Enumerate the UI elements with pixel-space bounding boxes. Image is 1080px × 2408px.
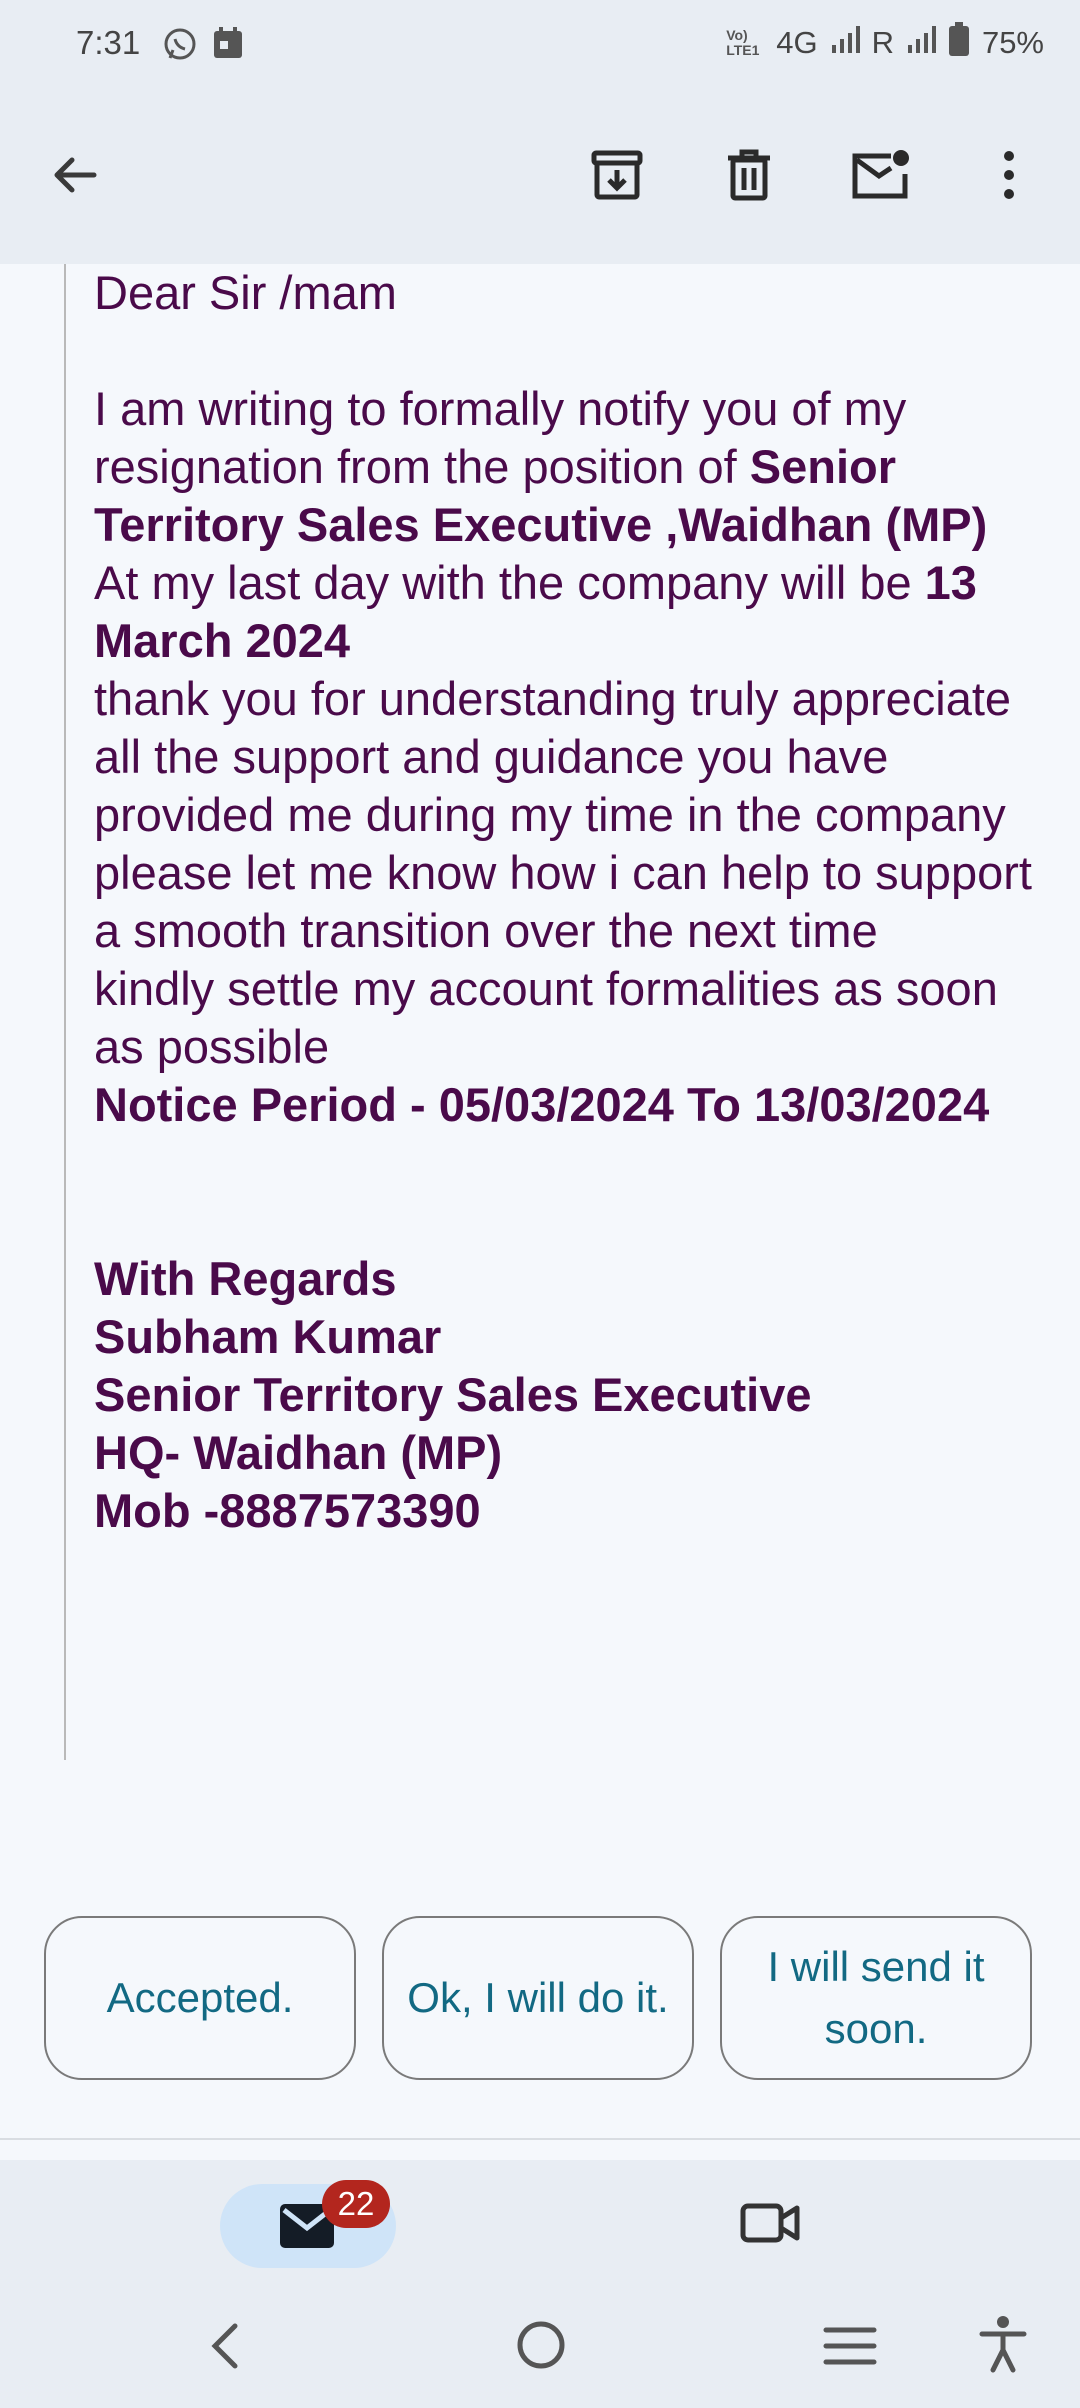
divider (0, 2138, 1080, 2140)
mark-unread-button[interactable] (846, 140, 916, 210)
smart-reply-send-soon[interactable]: I will send it soon. (720, 1916, 1032, 2080)
smart-replies: Accepted. Ok, I will do it. I will send … (44, 1916, 1036, 2084)
sys-back-button[interactable] (205, 2320, 245, 2377)
roaming-label: R (871, 25, 894, 60)
back-button[interactable] (40, 140, 110, 210)
meet-tab[interactable] (740, 2200, 800, 2251)
signal-icon-2 (906, 25, 936, 61)
status-bar: 7:31 Vo) LTE1 4G R 75% (0, 0, 1080, 88)
accessibility-icon (979, 2316, 1027, 2373)
quote-bar (64, 264, 66, 1760)
sys-recents-icon (823, 2327, 877, 2365)
sys-home-button[interactable] (514, 2318, 568, 2377)
delete-button[interactable] (714, 140, 784, 210)
smart-reply-accepted[interactable]: Accepted. (44, 1916, 356, 2080)
paragraph-last-day: At my last day with the company will be … (94, 554, 1054, 670)
signature-title: Senior Territory Sales Executive (94, 1366, 1054, 1424)
video-icon (740, 2203, 800, 2243)
battery-icon (948, 22, 970, 64)
sys-back-icon (211, 2323, 238, 2369)
bottom-navigation: 22 (0, 2160, 1080, 2288)
email-text: Dear Sir /mam I am writing to formally n… (94, 264, 1054, 1540)
mail-unread-badge: 22 (322, 2180, 390, 2228)
paragraph-settle: kindly settle my account formalities as … (94, 962, 998, 1073)
signature-hq: HQ- Waidhan (MP) (94, 1424, 1054, 1482)
signal-icon (830, 25, 860, 61)
network-label: 4G (776, 25, 818, 60)
greeting: Dear Sir /mam (94, 266, 397, 319)
status-time: 7:31 (76, 24, 141, 61)
battery-percent: 75% (981, 25, 1044, 60)
signature-title-text: Senior Territory Sales Executive (94, 1368, 812, 1421)
archive-icon (591, 150, 643, 200)
paragraph-transition: please let me know how i can help to sup… (94, 846, 1032, 957)
signature-hq-text: HQ- Waidhan (MP) (94, 1426, 503, 1479)
email-body: Dear Sir /mam I am writing to formally n… (0, 264, 1080, 2104)
whatsapp-icon (162, 26, 198, 67)
trash-icon (728, 149, 770, 201)
sys-home-icon (517, 2321, 565, 2369)
blank-gap (94, 1134, 1054, 1250)
arrow-back-icon (54, 157, 97, 193)
paragraph-resignation: I am writing to formally notify you of m… (94, 380, 1054, 554)
mark-unread-icon (852, 150, 909, 199)
last-day-text: At my last day with the company will be (94, 556, 925, 609)
signature-mobile: Mob -8887573390 (94, 1482, 1054, 1540)
archive-button[interactable] (582, 140, 652, 210)
signature-regards: With Regards (94, 1250, 1054, 1308)
more-options-button[interactable] (974, 140, 1044, 210)
signature-regards-text: With Regards (94, 1252, 397, 1305)
status-right-cluster: Vo) LTE1 4G R 75% (726, 22, 1044, 64)
signature-mobile-text: Mob -8887573390 (94, 1484, 481, 1537)
notice-period: Notice Period - 05/03/2024 To 13/03/2024 (94, 1076, 1054, 1134)
system-navigation-bar (0, 2288, 1080, 2408)
paragraph-thanks: thank you for understanding truly apprec… (94, 672, 1012, 841)
volte-label: Vo) LTE1 (726, 27, 760, 58)
more-vert-icon (1004, 151, 1014, 199)
calendar-icon (212, 26, 244, 65)
sys-accessibility-button[interactable] (978, 2314, 1028, 2379)
sys-recents-button[interactable] (822, 2324, 878, 2373)
top-app-bar (0, 88, 1080, 264)
signature-name: Subham Kumar (94, 1308, 1054, 1366)
signature-name-text: Subham Kumar (94, 1310, 442, 1363)
smart-reply-will-do[interactable]: Ok, I will do it. (382, 1916, 694, 2080)
notice-period-text: Notice Period - 05/03/2024 To 13/03/2024 (94, 1078, 990, 1131)
